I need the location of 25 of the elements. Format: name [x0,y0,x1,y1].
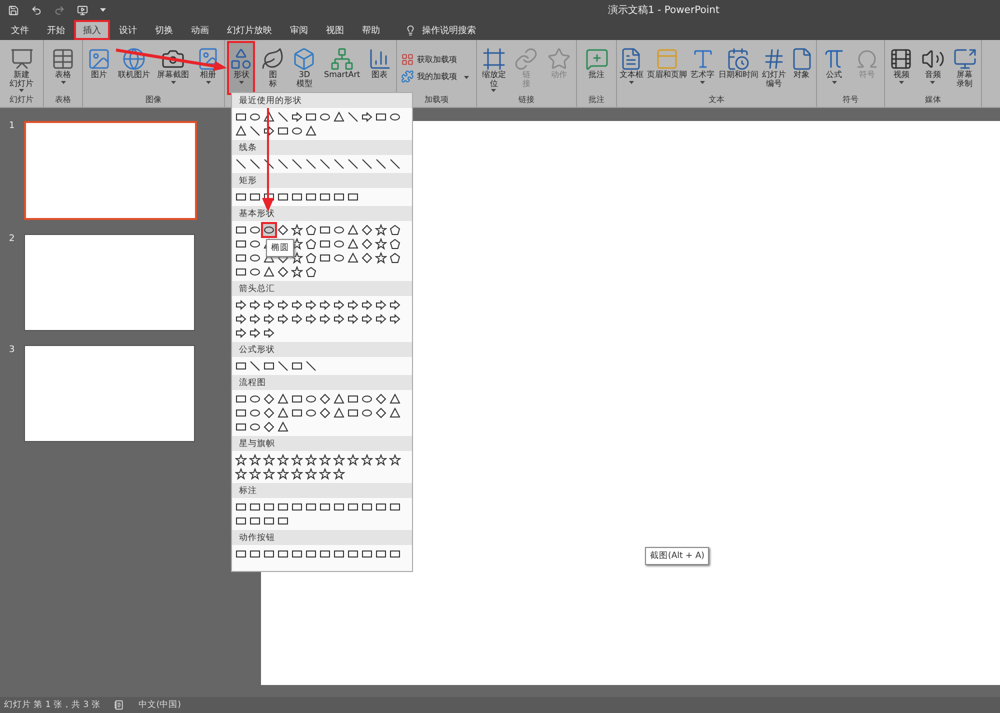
group-label: 符号 [842,94,860,106]
section-header: 线条 [232,140,412,155]
window-title: 演示文稿1 - PowerPoint [608,4,720,17]
group-label: 链接 [518,94,536,106]
slide-number: 3 [9,345,15,355]
slide-counter: 幻灯片 第 1 张，共 3 张 [4,699,100,711]
section-header: 公式形状 [232,342,412,357]
tooltip: 椭圆 [266,239,294,257]
group-label: 文本 [708,94,726,106]
group-label: 媒体 [924,94,942,106]
section-header: 流程图 [232,375,412,390]
section-header: 最近使用的形状 [232,93,412,108]
section-header: 星与旗帜 [232,436,412,451]
group-label: 批注 [588,94,606,106]
tooltip: 截图(Alt + A) [645,547,710,565]
slide-number: 2 [9,234,15,244]
group-label: 图像 [144,94,162,106]
group-label: 表格 [54,94,72,106]
section-header: 箭头总汇 [232,281,412,296]
section-header: 动作按钮 [232,530,412,545]
group-label: 幻灯片 [8,94,34,106]
group-label: 加载项 [424,94,450,106]
slide-number: 1 [9,121,15,131]
section-header: 标注 [232,483,412,498]
section-header: 矩形 [232,173,412,188]
